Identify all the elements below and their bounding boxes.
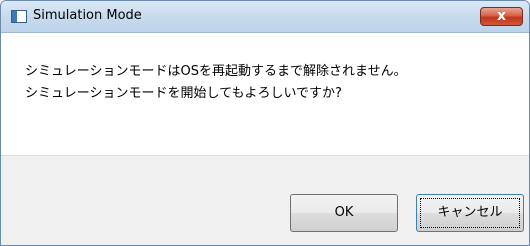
dialog-window: Simulation Mode x シミュレーションモードはOSを再起動するまで… — [0, 0, 530, 246]
ok-button[interactable]: OK — [290, 194, 398, 232]
cancel-button-label: キャンセル — [437, 205, 503, 220]
message-line-2: シミュレーションモードを開始してもよろしいですか? — [25, 86, 342, 101]
message-line-1: シミュレーションモードはOSを再起動するまで解除されません。 — [25, 64, 407, 79]
close-icon: x — [496, 8, 507, 24]
window-app-icon — [11, 10, 27, 23]
close-button[interactable]: x — [480, 7, 523, 26]
title-bar[interactable]: Simulation Mode x — [1, 1, 529, 33]
cancel-button[interactable]: キャンセル — [416, 194, 524, 232]
window-title: Simulation Mode — [33, 8, 142, 23]
